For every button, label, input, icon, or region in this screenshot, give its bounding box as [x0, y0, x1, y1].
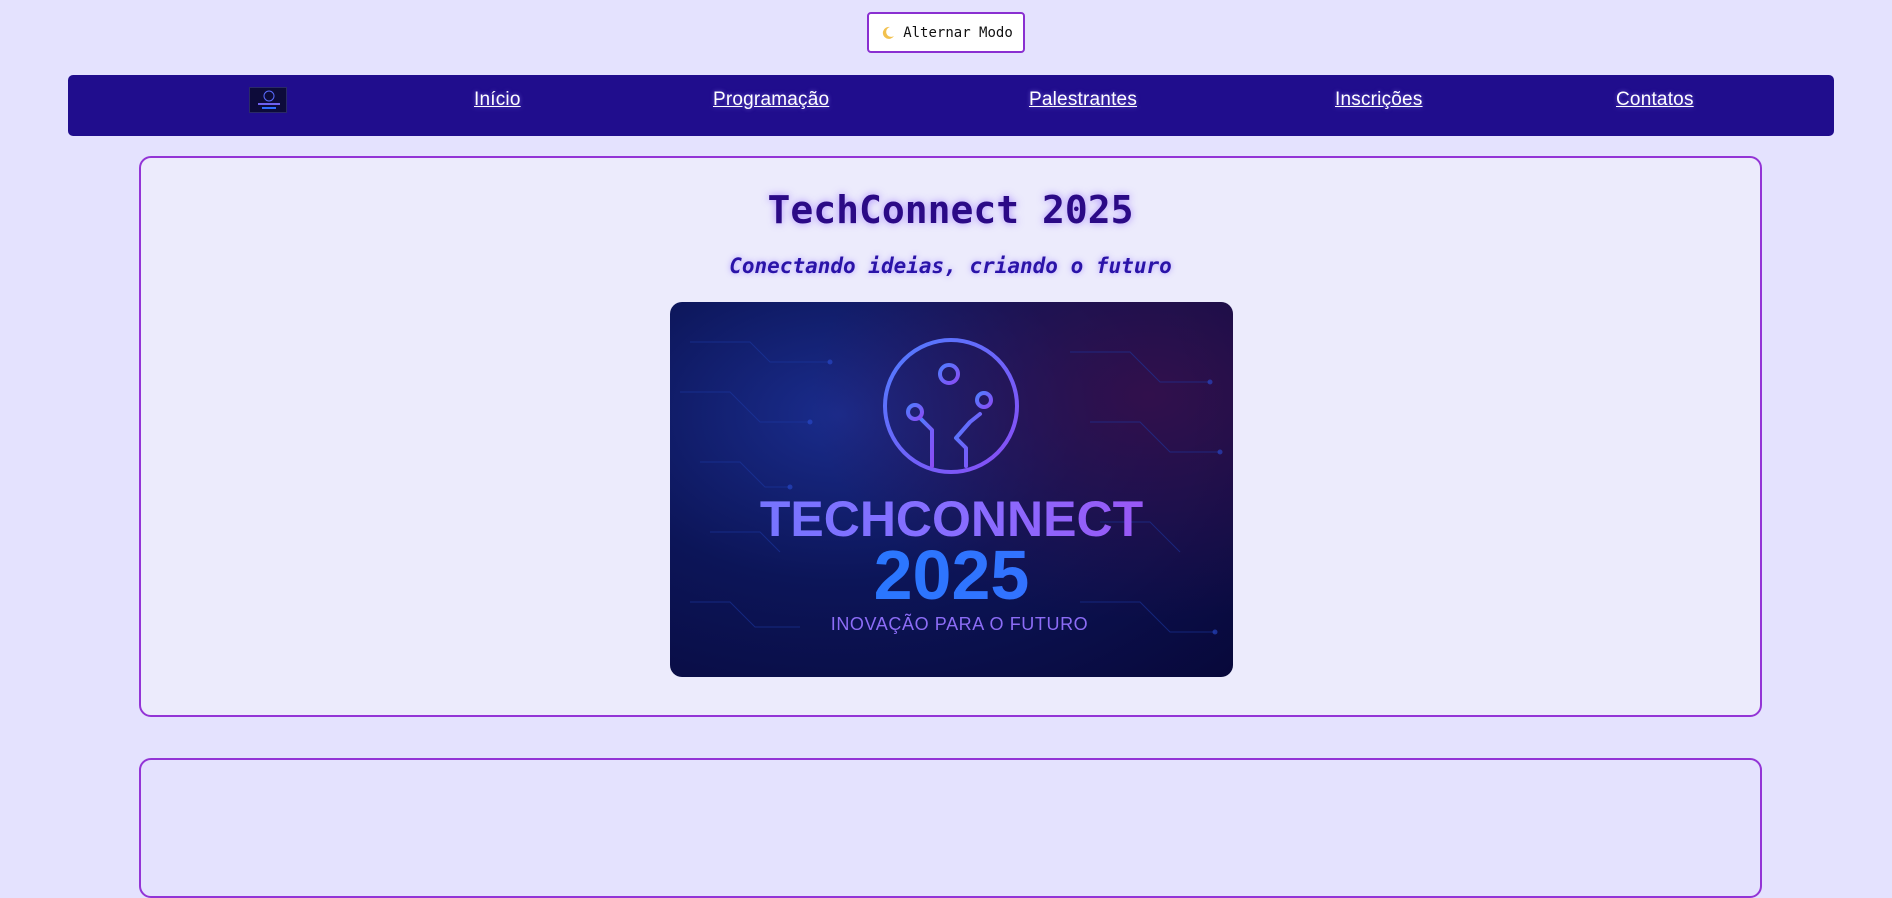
- page-title: TechConnect 2025: [767, 188, 1134, 232]
- hero-subtitle: Conectando ideias, criando o futuro: [729, 254, 1172, 278]
- nav-link-inscricoes[interactable]: Inscrições: [1335, 75, 1423, 136]
- nav-link-palestrantes[interactable]: Palestrantes: [1029, 75, 1137, 136]
- event-banner-image: TECHCONNECT 2025 INOVAÇÃO PARA O FUTURO: [670, 302, 1233, 677]
- main-navbar: Início Programação Palestrantes Inscriçõ…: [68, 75, 1834, 136]
- toggle-wrapper: Alternar Modo: [0, 12, 1892, 53]
- banner-year: 2025: [670, 540, 1233, 610]
- banner-tagline: INOVAÇÃO PARA O FUTURO: [830, 614, 1089, 634]
- nav-link-inicio[interactable]: Início: [474, 75, 521, 136]
- moon-icon: [881, 26, 895, 40]
- hero-section: TechConnect 2025 Conectando ideias, cria…: [139, 156, 1762, 717]
- nav-link-contatos[interactable]: Contatos: [1616, 75, 1694, 136]
- next-section-card: [139, 758, 1762, 898]
- theme-toggle-label: Alternar Modo: [903, 24, 1013, 41]
- techconnect-logo-icon[interactable]: [249, 87, 287, 113]
- theme-toggle-button[interactable]: Alternar Modo: [867, 12, 1025, 53]
- nav-link-programacao[interactable]: Programação: [713, 75, 829, 136]
